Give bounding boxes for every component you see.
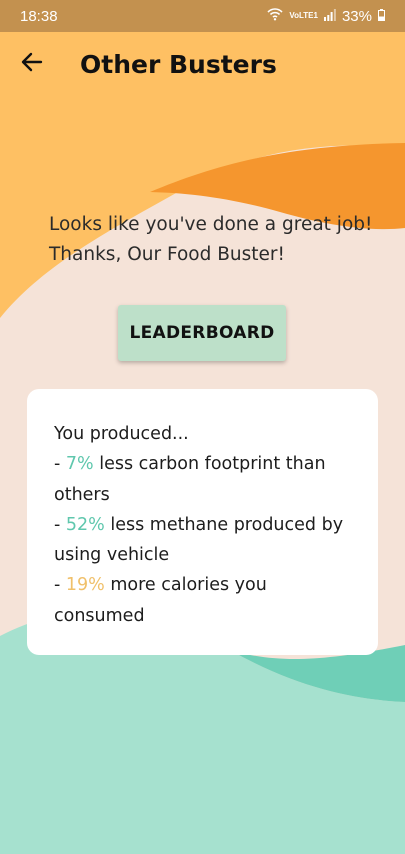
stat-item-carbon: - 7% less carbon footprint than others <box>54 449 358 510</box>
app-bar: Other Busters <box>0 32 405 96</box>
stat-text-carbon: less carbon footprint than others <box>54 454 326 505</box>
battery-percent: 33% <box>341 7 372 25</box>
stats-card: You produced... - 7% less carbon footpri… <box>27 389 378 655</box>
battery-icon <box>378 8 385 25</box>
arrow-left-icon <box>21 52 43 76</box>
page-title: Other Busters <box>80 49 277 79</box>
status-icons: VoLTE1 33% <box>267 7 385 25</box>
leaderboard-button[interactable]: LEADERBOARD <box>118 305 286 361</box>
stat-item-methane: - 52% less methane produced by using veh… <box>54 510 358 571</box>
congrats-message: Looks like you've done a great job! Than… <box>49 210 379 270</box>
stat-value-calories: 19% <box>65 575 105 596</box>
stat-value-methane: 52% <box>65 514 105 535</box>
stat-item-calories: - 19% more calories you consumed <box>54 570 358 631</box>
stat-value-carbon: 7% <box>65 454 94 475</box>
network-label: VoLTE1 <box>289 11 318 20</box>
bullet-dash: - <box>54 514 66 535</box>
bullet-dash: - <box>54 575 66 596</box>
wifi-icon <box>267 7 283 25</box>
signal-icon <box>323 8 336 25</box>
status-bar: 18:38 VoLTE1 33% <box>0 0 405 32</box>
back-button[interactable] <box>10 42 54 86</box>
status-time: 18:38 <box>20 7 58 25</box>
card-intro: You produced... <box>54 424 189 444</box>
message-line-1: Looks like you've done a great job! <box>49 214 373 235</box>
bullet-dash: - <box>54 454 66 475</box>
message-line-2: Thanks, Our Food Buster! <box>49 244 285 265</box>
